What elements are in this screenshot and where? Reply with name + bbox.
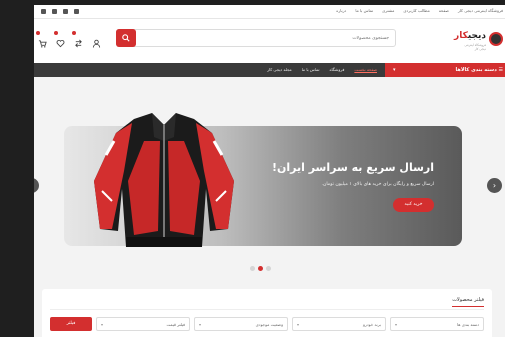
stock-status-select[interactable]: وضعیت موجودی ▾	[194, 317, 288, 331]
slider-next-arrow[interactable]: ›	[487, 178, 502, 193]
jacket-image	[94, 113, 234, 247]
cart-icon	[38, 40, 47, 48]
social-links	[41, 9, 79, 14]
car-brand-select[interactable]: برند خودرو ▾	[292, 317, 386, 331]
slide-subtitle: ارسال سریع و رایگان برای خرید های بالای …	[321, 182, 434, 187]
compare-button[interactable]	[72, 31, 83, 48]
top-link-about[interactable]: درباره	[336, 8, 346, 13]
chevron-down-icon: ▾	[393, 67, 396, 73]
product-filter: فیلتر محصولات دسته بندی ها ▾ برند خودرو ▾ …	[42, 289, 492, 337]
wishlist-badge	[54, 31, 58, 35]
top-link-store[interactable]: فروشگاه اینترنتی دیجی کار	[458, 8, 503, 13]
price-filter-select[interactable]: فیلتر قیمت ▾	[96, 317, 190, 331]
slider-prev-arrow[interactable]: ‹	[34, 178, 39, 193]
twitter-icon[interactable]	[52, 9, 57, 14]
chevron-down-icon: ▾	[101, 322, 104, 327]
filter-title: فیلتر محصولات	[452, 297, 484, 307]
slider-dots	[250, 266, 271, 271]
search-input[interactable]	[140, 30, 395, 46]
categories-label: دسته بندی کالاها	[455, 67, 497, 73]
page: فروشگاه اینترنتی دیجی کار صفحه مطالب کار…	[34, 5, 505, 337]
search-box	[116, 29, 396, 47]
compare-badge	[72, 31, 76, 35]
category-select[interactable]: دسته بندی ها ▾	[390, 317, 484, 331]
nav-link-shop[interactable]: فروشگاه	[329, 63, 344, 77]
heart-icon	[56, 40, 65, 48]
shop-now-button[interactable]: خرید کنید	[393, 198, 434, 212]
facebook-icon[interactable]	[41, 9, 46, 14]
top-bar: فروشگاه اینترنتی دیجی کار صفحه مطالب کار…	[34, 5, 505, 19]
slider-dot-active[interactable]	[258, 266, 263, 271]
logo-mark-icon	[489, 32, 503, 46]
top-link-customer[interactable]: مشتری	[382, 8, 394, 13]
top-link-articles[interactable]: مطالب کاربردی	[403, 8, 429, 13]
filter-divider	[50, 309, 484, 310]
slider-dot[interactable]	[266, 266, 271, 271]
nav-link-blog[interactable]: مجله دیجی کار	[267, 63, 292, 77]
logo[interactable]: دیجیکار فروشگاه اینترنتی دیجی کار	[454, 31, 503, 51]
chevron-down-icon: ▾	[297, 322, 300, 327]
categories-menu-button[interactable]: ☰ دسته بندی کالاها ▾	[385, 63, 505, 77]
logo-text: دیجیکار	[454, 31, 486, 41]
search-icon	[122, 34, 130, 42]
nav-link-contact[interactable]: تماس با ما	[302, 63, 320, 77]
main-nav: ☰ دسته بندی کالاها ▾ صفحه نخست فروشگاه ت…	[34, 63, 505, 77]
slide-title: ارسال سریع به سراسر ایران!	[271, 161, 434, 174]
header-icons	[36, 31, 101, 48]
chevron-right-icon: ›	[492, 181, 497, 190]
hero-slide: ارسال سریع به سراسر ایران! ارسال سریع و …	[64, 113, 462, 247]
youtube-icon[interactable]	[63, 9, 68, 14]
compare-icon	[75, 39, 82, 48]
slider-dot[interactable]	[250, 266, 255, 271]
user-icon	[92, 39, 101, 48]
search-button[interactable]	[116, 29, 136, 47]
menu-icon: ☰	[496, 67, 504, 73]
top-link-contact[interactable]: تماس با ما	[355, 8, 373, 13]
instagram-icon[interactable]	[74, 9, 79, 14]
account-button[interactable]	[92, 33, 101, 48]
filter-button[interactable]: فیلتر	[50, 317, 92, 331]
chevron-down-icon: ▾	[395, 322, 398, 327]
top-links: فروشگاه اینترنتی دیجی کار صفحه مطالب کار…	[336, 8, 503, 13]
filter-row: دسته بندی ها ▾ برند خودرو ▾ وضعیت موجودی ▾ …	[50, 317, 484, 331]
top-link-page[interactable]: صفحه	[439, 8, 449, 13]
wishlist-button[interactable]	[54, 31, 65, 48]
cart-badge	[36, 31, 40, 35]
nav-links: صفحه نخست فروشگاه تماس با ما مجله دیجی ک…	[267, 63, 377, 77]
header: دیجیکار فروشگاه اینترنتی دیجی کار	[34, 19, 505, 63]
chevron-down-icon: ▾	[199, 322, 202, 327]
nav-link-home[interactable]: صفحه نخست	[354, 63, 377, 77]
cart-button[interactable]	[36, 31, 47, 48]
logo-tagline: فروشگاه اینترنتی دیجی کار	[464, 43, 486, 51]
